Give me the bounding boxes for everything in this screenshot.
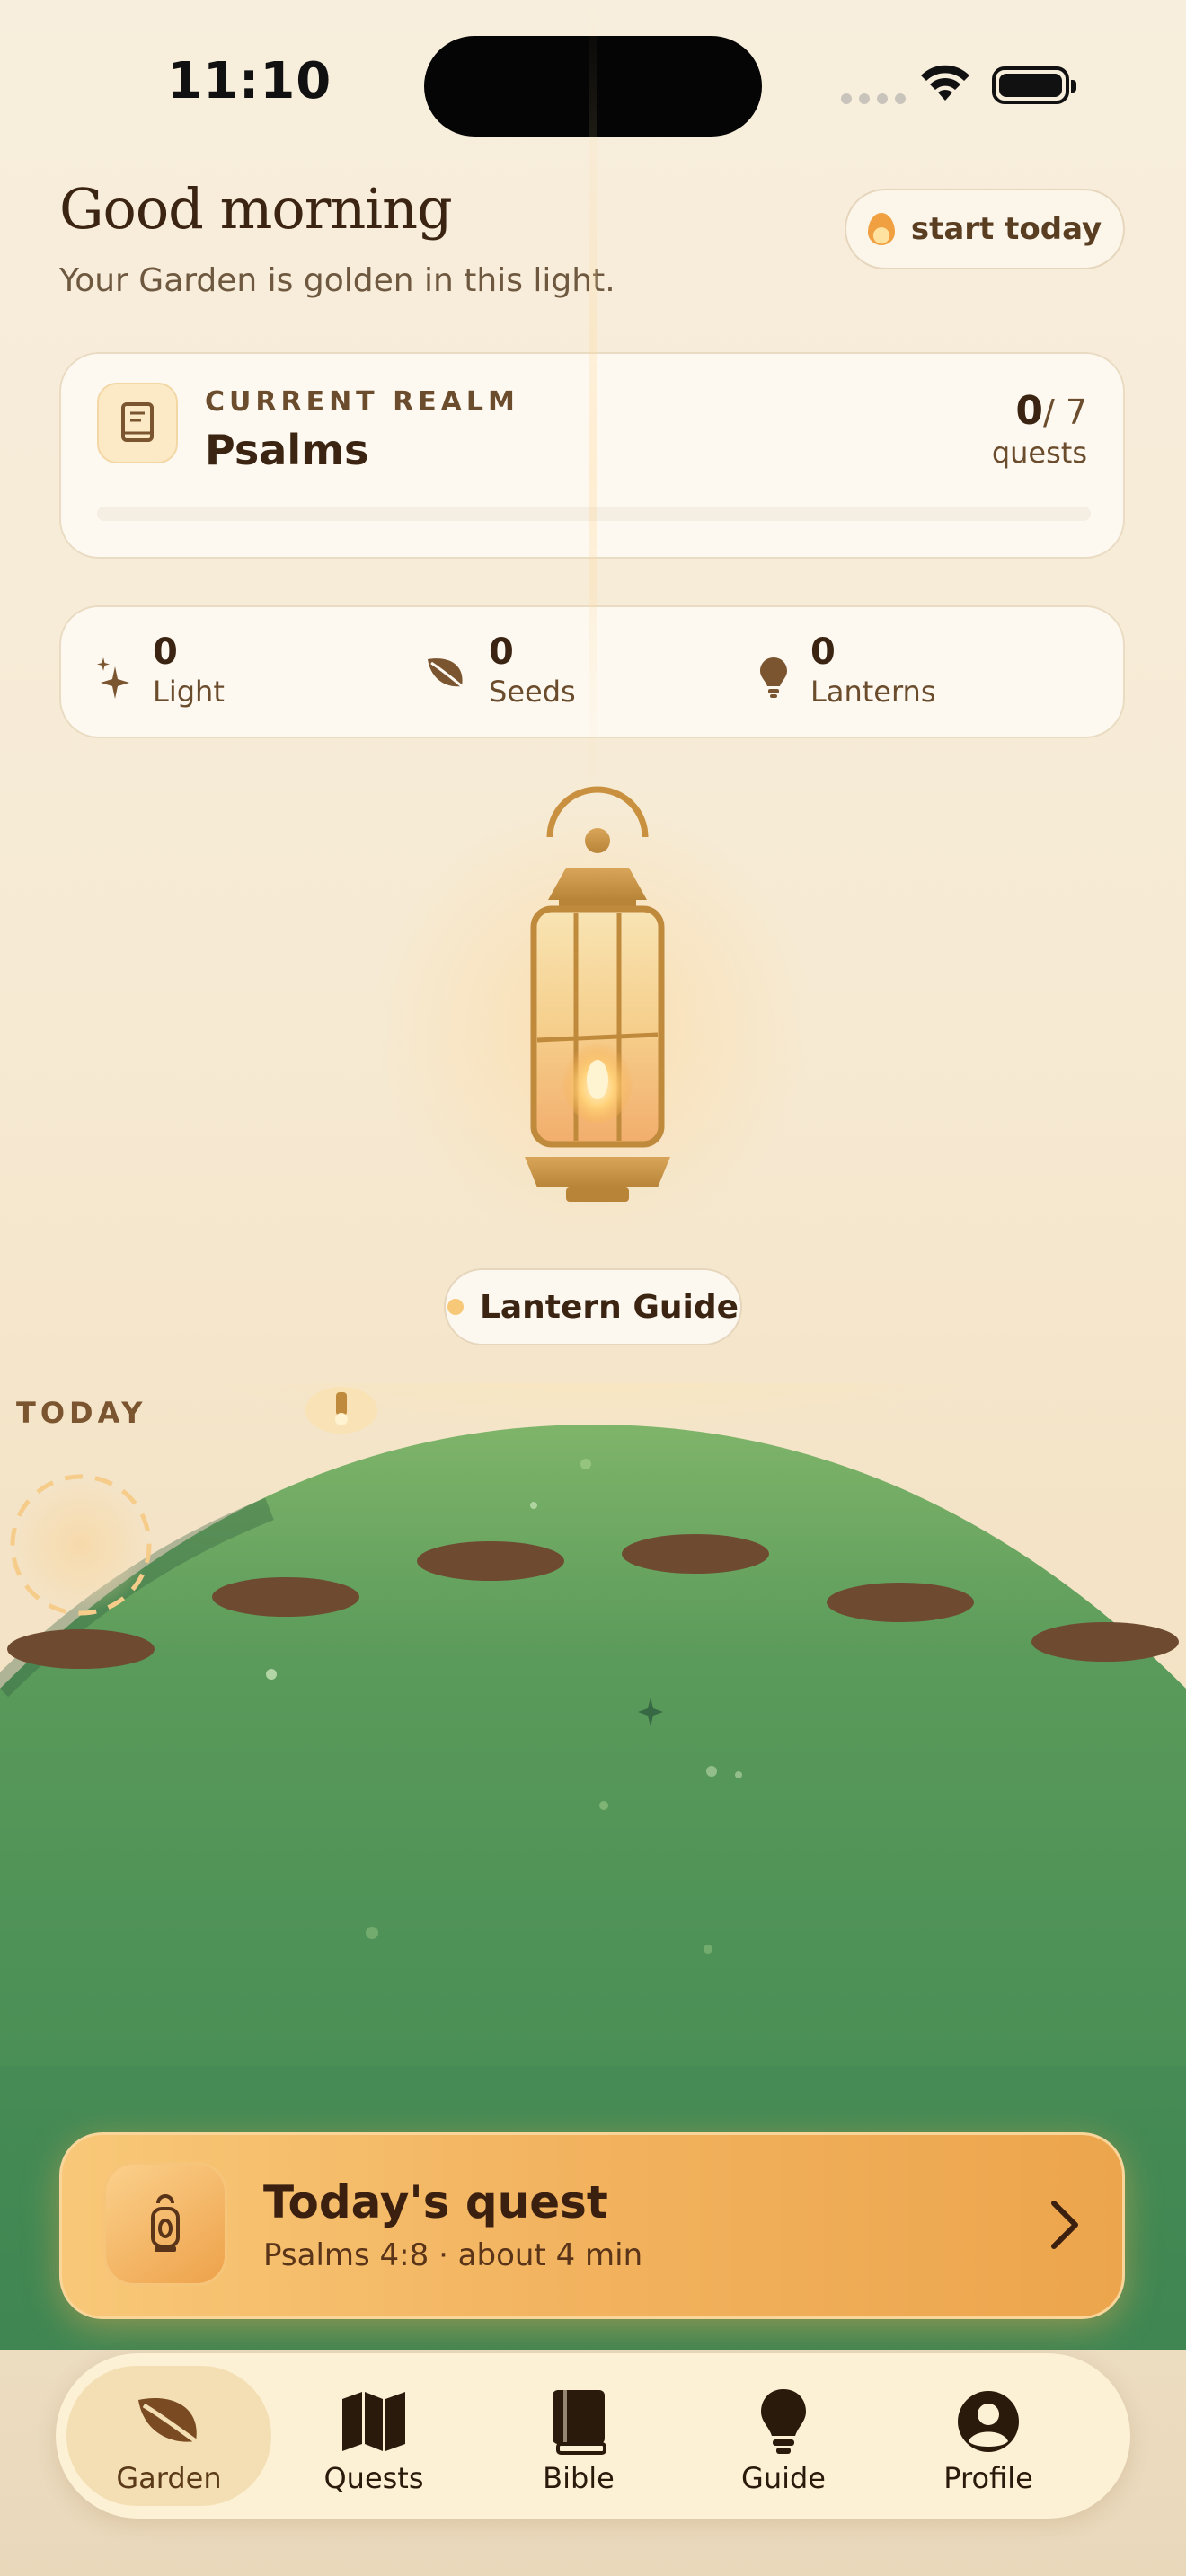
chevron-right-icon [1051,2201,1078,2249]
stat-light: 0 Light [95,632,225,711]
book-icon [551,2387,606,2456]
stat-seeds: 0 Seeds [426,632,576,711]
quest-title: Today's quest [263,2176,608,2228]
bulb-icon [759,2387,808,2456]
status-time: 11:10 [167,52,332,110]
person-icon [956,2387,1021,2456]
bulb-icon [760,657,787,698]
tab-bible-label: Bible [543,2461,615,2495]
stat-seeds-value: 0 [489,631,514,673]
light-beam [589,0,597,790]
tab-quests-label: Quests [323,2461,424,2495]
greeting-title: Good morning [59,176,453,242]
lantern-guide-label: Lantern Guide [479,1288,739,1326]
leaf-icon [135,2387,203,2456]
quests-done: 0 [1015,388,1043,434]
battery-icon [992,66,1076,104]
todays-quest-card[interactable]: Today's quest Psalms 4:8 · about 4 min [59,2132,1125,2319]
quests-total: / 7 [1042,393,1087,432]
tab-guide-label: Guide [741,2461,826,2495]
start-today-button[interactable]: start today [845,189,1125,269]
wifi-icon [921,65,969,101]
realm-kicker: CURRENT REALM [205,386,519,418]
stat-lanterns-value: 0 [810,631,836,673]
book-icon [97,383,178,463]
lantern-guide-button[interactable]: Lantern Guide [444,1268,742,1345]
stat-lanterns: 0 Lanterns [758,632,936,711]
lantern-illustration[interactable] [503,781,692,1213]
tab-garden[interactable]: Garden [66,2366,271,2506]
map-icon [341,2387,407,2456]
status-dot [447,1299,464,1315]
greeting-subtitle: Your Garden is golden in this light. [59,262,615,299]
quest-counter: 0/ 7 quests [992,388,1087,470]
tab-profile-label: Profile [943,2461,1033,2495]
quests-unit: quests [991,436,1087,470]
start-today-label: start today [910,211,1102,247]
lantern-icon [103,2162,227,2286]
realm-name: Psalms [205,426,369,474]
tab-bar: Garden Quests Bible Guide Profile [56,2353,1130,2519]
quest-subtitle: Psalms 4:8 · about 4 min [263,2237,643,2273]
tab-bible[interactable]: Bible [476,2366,681,2506]
sparkle-icon [97,657,129,699]
today-label: TODAY [16,1396,147,1430]
flame-icon [867,213,895,245]
stat-light-value: 0 [153,631,178,673]
tab-garden-label: Garden [116,2461,222,2495]
leaf-icon [428,658,463,688]
stat-lanterns-label: Lanterns [810,675,936,709]
tab-guide[interactable]: Guide [681,2366,886,2506]
tab-profile[interactable]: Profile [886,2366,1091,2506]
tab-quests[interactable]: Quests [271,2366,476,2506]
stat-light-label: Light [153,675,225,709]
stat-seeds-label: Seeds [489,675,576,709]
signal-icon [841,93,906,104]
